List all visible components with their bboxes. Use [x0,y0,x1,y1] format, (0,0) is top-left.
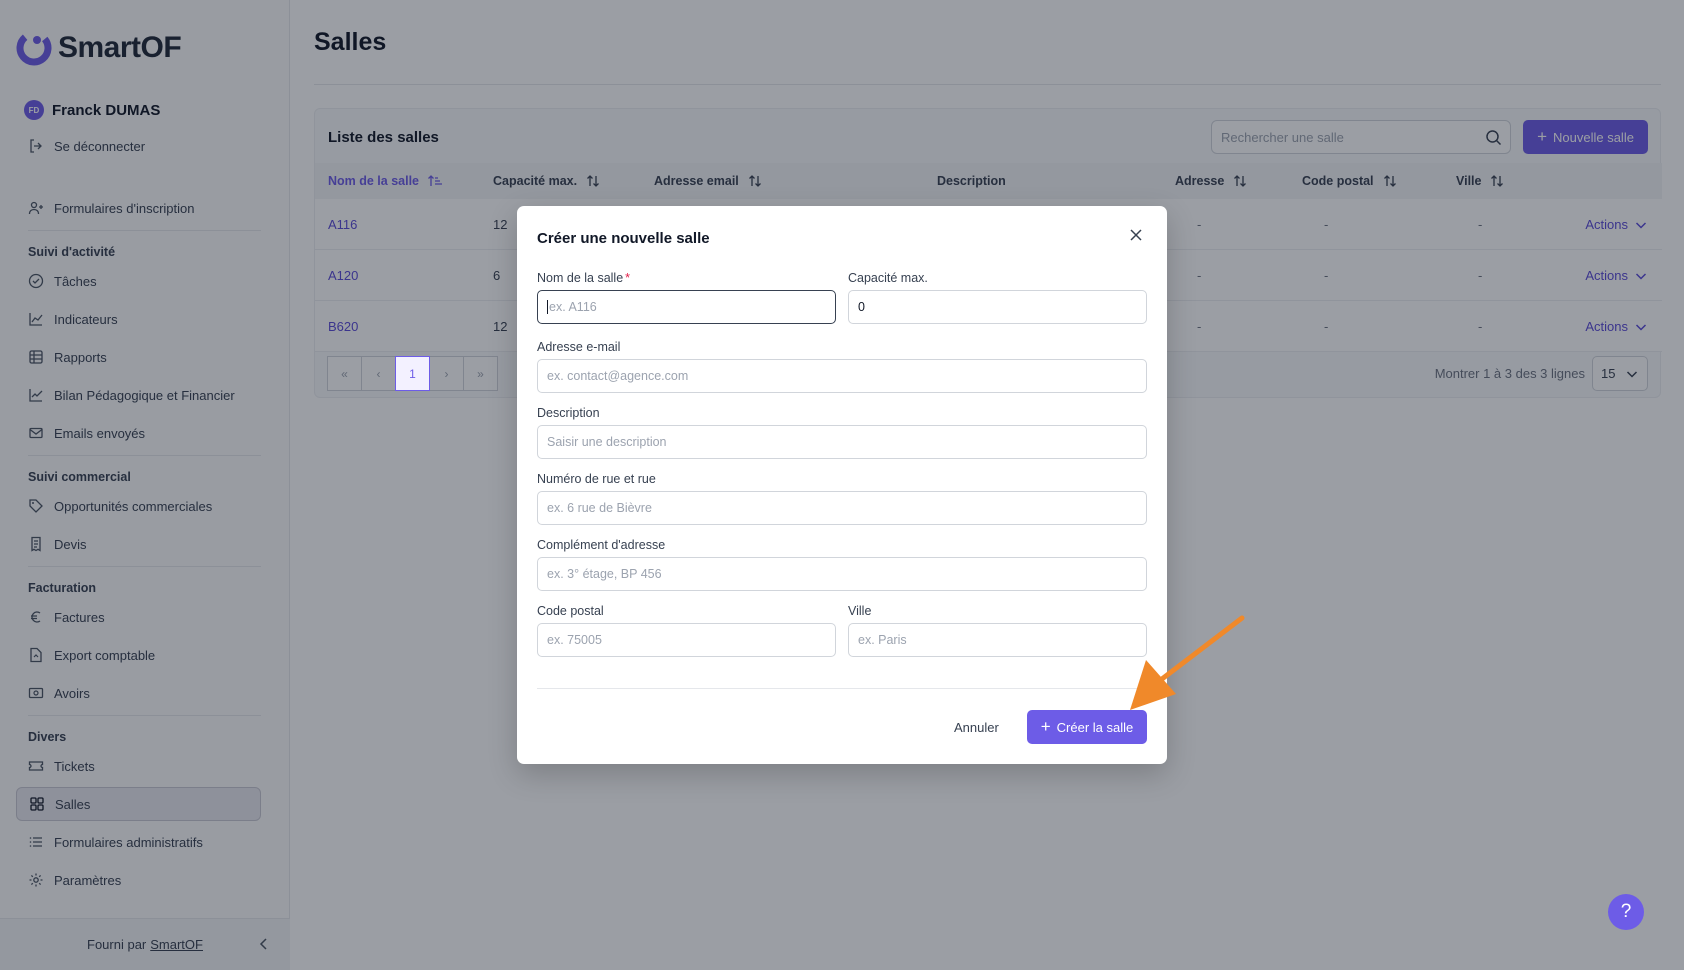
divider [537,688,1147,689]
required-mark: * [625,271,631,285]
room-name-input[interactable]: ex. A116 [537,290,836,324]
cancel-button[interactable]: Annuler [954,710,999,744]
street-input[interactable]: ex. 6 rue de Bièvre [537,491,1147,525]
capacity-input[interactable]: 0 [848,290,1147,324]
create-room-label: Créer la salle [1056,719,1134,735]
email-input[interactable]: ex. contact@agence.com [537,359,1147,393]
help-button[interactable]: ? [1608,894,1644,930]
create-room-modal: Créer une nouvelle salle Nom de la salle… [517,206,1167,764]
annotation-arrow-icon [1130,615,1245,710]
name-label: Nom de la salle * [537,271,630,285]
room-name-placeholder: ex. A116 [549,300,597,314]
postal-input[interactable]: ex. 75005 [537,623,836,657]
street-label: Numéro de rue et rue [537,472,656,486]
close-icon[interactable] [1127,226,1145,244]
complement-input[interactable]: ex. 3° étage, BP 456 [537,557,1147,591]
description-input[interactable]: Saisir une description [537,425,1147,459]
text-caret [547,300,548,314]
name-label-text: Nom de la salle [537,271,624,285]
description-label: Description [537,406,600,420]
complement-label: Complément d'adresse [537,538,666,552]
modal-title: Créer une nouvelle salle [537,230,710,247]
city-input[interactable]: ex. Paris [848,623,1147,657]
postal-label: Code postal [537,604,604,618]
email-label: Adresse e-mail [537,340,621,354]
plus-icon: + [1040,717,1051,736]
city-label: Ville [848,604,872,618]
page-button[interactable]: 1 [395,356,430,391]
capacity-label: Capacité max. [848,271,928,285]
